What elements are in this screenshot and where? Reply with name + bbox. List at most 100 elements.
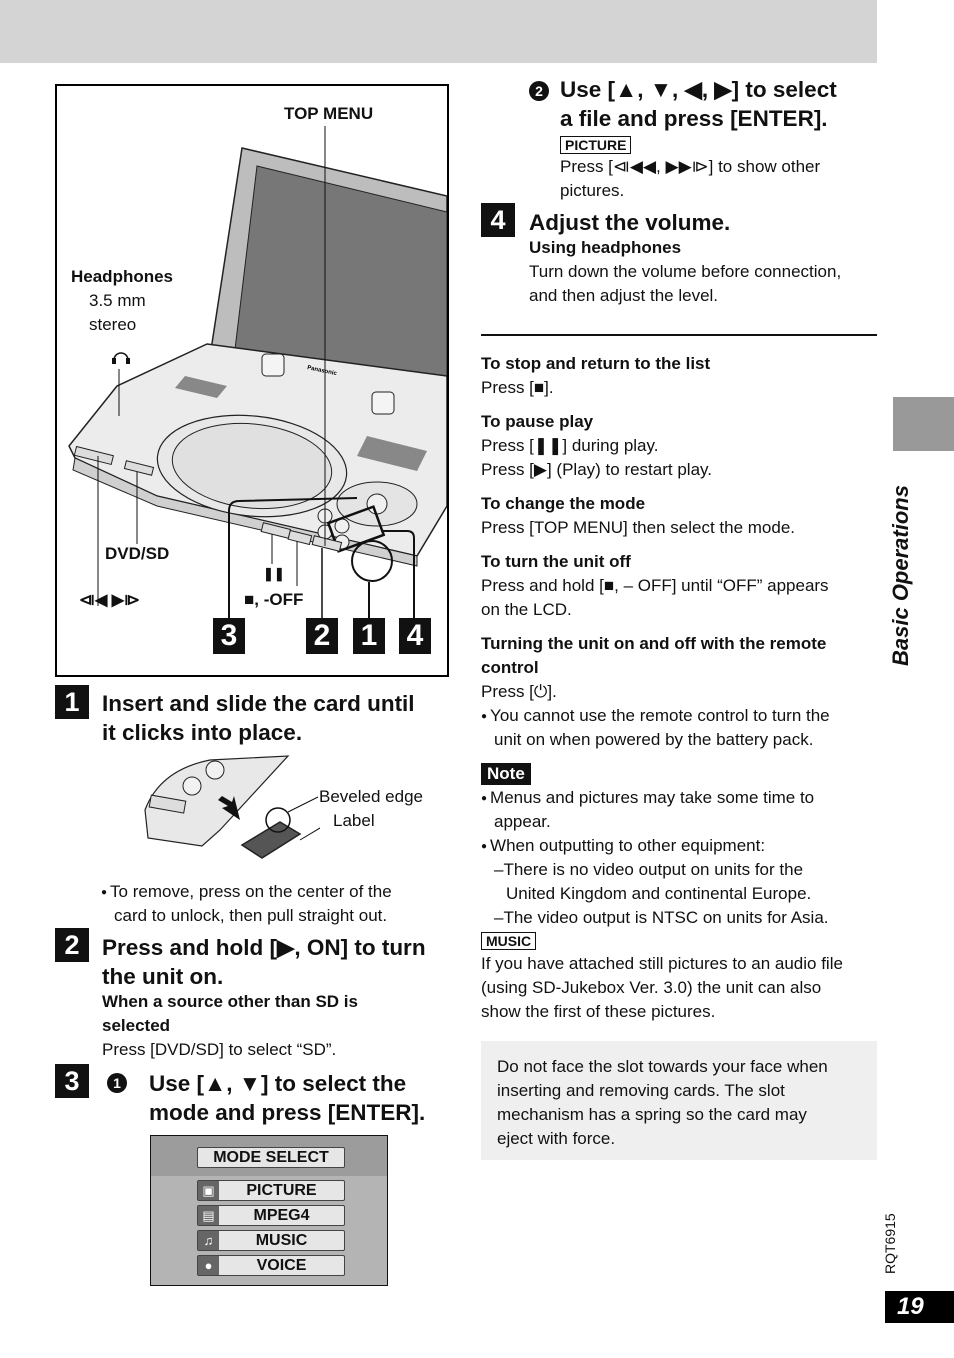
step-3-number: 3 bbox=[55, 1064, 89, 1098]
music-tag: MUSIC bbox=[481, 932, 537, 951]
step-1-bullet-line2: card to unlock, then pull straight out. bbox=[114, 906, 388, 925]
step-2-number: 2 bbox=[55, 928, 89, 962]
tip-pause-text-1: Press [❚❚] during play. bbox=[481, 436, 659, 455]
section-title: Basic Operations bbox=[880, 470, 926, 670]
warning-line4: eject with force. bbox=[497, 1129, 616, 1148]
label-skip-buttons: ⧏◀ ▶⧐ bbox=[79, 592, 141, 609]
music-tag-label: MUSIC bbox=[481, 932, 537, 950]
document-code: RQT6915 bbox=[876, 1200, 906, 1280]
step-4-text-line2: and then adjust the level. bbox=[529, 286, 719, 305]
tip-remote-heading-line2: control bbox=[481, 658, 539, 677]
camera-icon: ▣ bbox=[198, 1181, 219, 1200]
tip-remote-bullet-line1: You cannot use the remote control to tur… bbox=[481, 704, 830, 731]
note-bullet1-line1: Menus and pictures may take some time to bbox=[481, 786, 814, 813]
tip-stop-heading: To stop and return to the list bbox=[481, 354, 711, 373]
step-1-title-line2: it clicks into place. bbox=[102, 720, 303, 745]
step-1-bullet-line1: To remove, press on the center of the bbox=[101, 880, 392, 907]
step-3-sub2-badge: 2 bbox=[529, 81, 549, 104]
divider bbox=[481, 334, 877, 336]
mode-select-title: MODE SELECT bbox=[197, 1147, 345, 1168]
label-pause: ❚❚ bbox=[263, 566, 285, 581]
mode-item-label: PICTURE bbox=[246, 1182, 317, 1199]
hinge-right bbox=[371, 391, 395, 415]
section-title-text: Basic Operations bbox=[888, 485, 913, 666]
label-headphones: Headphones bbox=[71, 267, 174, 286]
step-1-title-line1: Insert and slide the card until bbox=[102, 691, 415, 716]
picture-text-line1: Press [⧏◀◀, ▶▶⧐] to show other bbox=[560, 157, 821, 176]
music-note-icon: ♫ bbox=[198, 1231, 219, 1250]
note-tag: Note bbox=[481, 763, 531, 785]
label-top-menu: TOP MENU bbox=[284, 104, 374, 123]
document-code-text: RQT6915 bbox=[882, 1213, 898, 1274]
mode-select-screen: MODE SELECT ▣ PICTURE ▤ MPEG4 ♫ MUSIC ● … bbox=[150, 1135, 388, 1286]
step-2-title-line2: the unit on. bbox=[102, 964, 224, 989]
step-2-title-line1: Press and hold [▶, ON] to turn bbox=[102, 935, 426, 960]
mode-item-mpeg4[interactable]: ▤ MPEG4 bbox=[197, 1205, 345, 1226]
callout-2: 2 bbox=[306, 618, 338, 654]
mode-item-music[interactable]: ♫ MUSIC bbox=[197, 1230, 345, 1251]
tip-pause-text-2: Press [▶] (Play) to restart play. bbox=[481, 460, 712, 479]
player-illustration: Panasonic TOP MENU Headphones 3.5 mm ste… bbox=[55, 84, 449, 677]
step-2-subheading-line1: When a source other than SD is bbox=[102, 992, 358, 1011]
note-bullet1-line2: appear. bbox=[494, 812, 551, 831]
portable-dvd-player-drawing: Panasonic bbox=[68, 126, 447, 621]
warning-line1: Do not face the slot towards your face w… bbox=[497, 1057, 828, 1076]
enter-button bbox=[366, 493, 388, 515]
page-number: 19 bbox=[885, 1291, 954, 1323]
warning-box: Do not face the slot towards your face w… bbox=[481, 1041, 877, 1160]
label-headphones-size: 3.5 mm bbox=[89, 291, 146, 310]
step-3-sub2-title-line2: a file and press [ENTER]. bbox=[560, 106, 828, 131]
step-2-text: Press [DVD/SD] to select “SD”. bbox=[102, 1040, 337, 1059]
tip-stop-text: Press [■]. bbox=[481, 378, 554, 397]
section-tab-marker bbox=[893, 397, 954, 451]
mode-item-voice[interactable]: ● VOICE bbox=[197, 1255, 345, 1276]
note-bullet2: When outputting to other equipment: bbox=[481, 834, 765, 861]
hinge-left bbox=[261, 353, 285, 377]
music-text-line3: show the first of these pictures. bbox=[481, 1002, 716, 1021]
header-band bbox=[0, 0, 877, 63]
step-4-text-line1: Turn down the volume before connection, bbox=[529, 262, 842, 281]
step-3-sub1-badge: 1 bbox=[107, 1073, 127, 1096]
tip-mode-heading: To change the mode bbox=[481, 494, 646, 513]
label-headphones-stereo: stereo bbox=[89, 315, 137, 334]
step-3-sub2-title-line1: Use [▲, ▼, ◀, ▶] to select bbox=[560, 77, 837, 102]
circled-number-2: 2 bbox=[529, 81, 549, 101]
tip-mode-text: Press [TOP MENU] then select the mode. bbox=[481, 518, 796, 537]
sd-card bbox=[240, 821, 302, 859]
mode-item-picture[interactable]: ▣ PICTURE bbox=[197, 1180, 345, 1201]
step-1-number: 1 bbox=[55, 685, 89, 719]
tip-remote-text: Press [⏻]. bbox=[481, 682, 557, 701]
tip-off-text-1: Press and hold [■, – OFF] until “OFF” ap… bbox=[481, 576, 829, 595]
music-text-line1: If you have attached still pictures to a… bbox=[481, 954, 843, 973]
microphone-icon: ● bbox=[198, 1256, 219, 1275]
callout-3: 3 bbox=[213, 618, 245, 654]
mode-item-label: MPEG4 bbox=[253, 1207, 310, 1224]
sd-card-insertion-illustration bbox=[144, 755, 320, 859]
film-icon: ▤ bbox=[198, 1206, 219, 1225]
tip-remote-bullet-line2: unit on when powered by the battery pack… bbox=[494, 730, 814, 749]
label-beveled-edge: Beveled edge bbox=[319, 787, 423, 806]
label-stop-off: ■, -OFF bbox=[244, 590, 304, 609]
label-card-label: Label bbox=[333, 811, 375, 830]
tip-off-text-2: on the LCD. bbox=[481, 600, 572, 619]
headphones-icon bbox=[113, 352, 129, 361]
warning-line3: mechanism has a spring so the card may bbox=[497, 1105, 807, 1124]
warning-line2: inserting and removing cards. The slot bbox=[497, 1081, 785, 1100]
note-dash1-line1: –There is no video output on units for t… bbox=[494, 860, 804, 879]
note-dash1-line2: United Kingdom and continental Europe. bbox=[506, 884, 812, 903]
label-dvd-sd: DVD/SD bbox=[105, 544, 170, 563]
picture-tag: PICTURE bbox=[560, 136, 632, 155]
mode-item-label: VOICE bbox=[256, 1257, 307, 1274]
step-2-subheading-line2: selected bbox=[102, 1016, 171, 1035]
circled-number-1: 1 bbox=[107, 1073, 127, 1093]
note-dash2: –The video output is NTSC on units for A… bbox=[494, 908, 829, 927]
tip-pause-heading: To pause play bbox=[481, 412, 594, 431]
step-3-sub1-title-line2: mode and press [ENTER]. bbox=[149, 1100, 426, 1125]
picture-text-line2: pictures. bbox=[560, 181, 625, 200]
tip-off-heading: To turn the unit off bbox=[481, 552, 631, 571]
callout-4: 4 bbox=[399, 618, 431, 654]
step-4-title: Adjust the volume. bbox=[529, 210, 731, 235]
picture-tag-label: PICTURE bbox=[560, 136, 632, 154]
step-4-number: 4 bbox=[481, 203, 515, 237]
tip-remote-heading-line1: Turning the unit on and off with the rem… bbox=[481, 634, 827, 653]
